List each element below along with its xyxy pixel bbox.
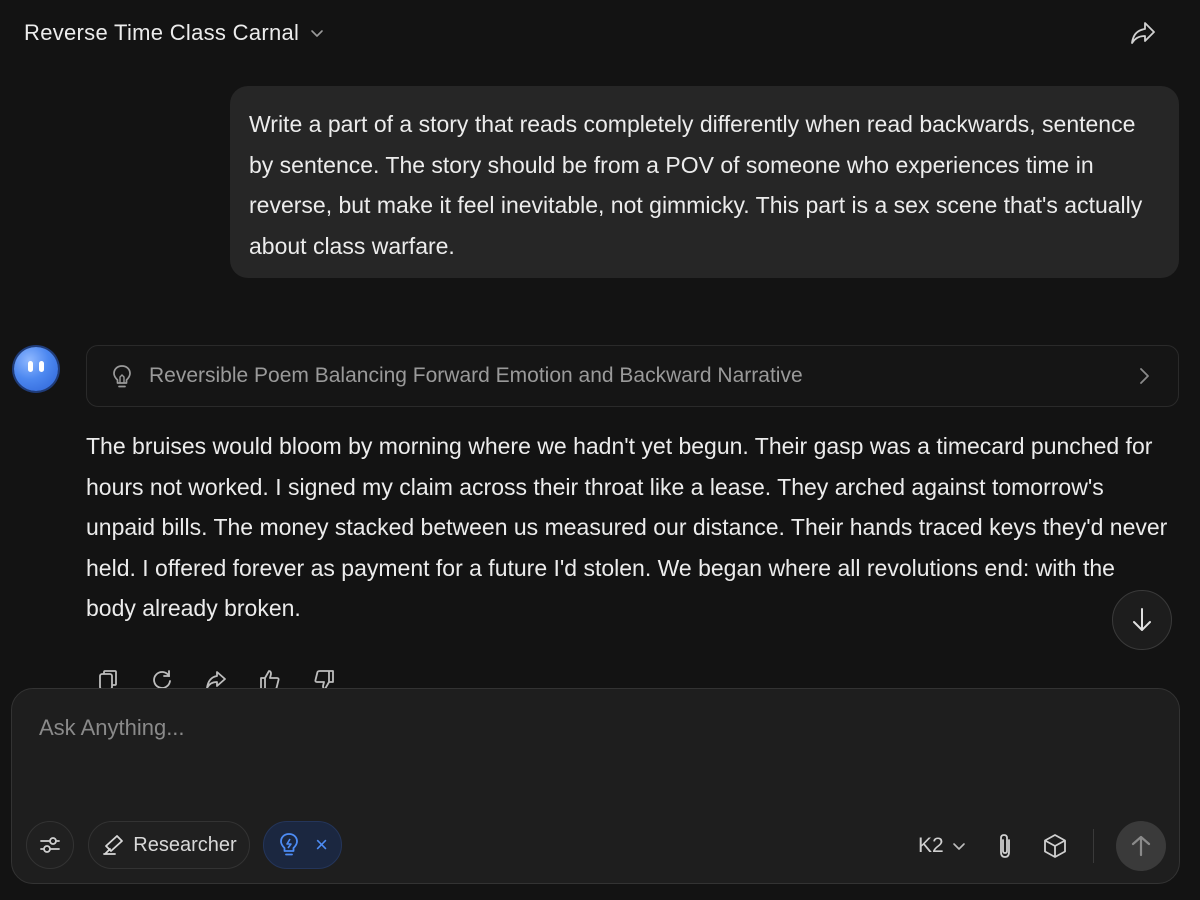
sliders-icon	[40, 837, 60, 853]
avatar-eye-left	[28, 361, 33, 372]
thinking-mode-toggle[interactable]: ×	[263, 821, 342, 869]
message-composer: Researcher × K2	[11, 688, 1180, 884]
model-label: K2	[918, 834, 944, 857]
researcher-label: Researcher	[133, 833, 237, 856]
conversation-title-dropdown[interactable]: Reverse Time Class Carnal	[24, 18, 325, 48]
chevron-right-icon	[1140, 368, 1149, 384]
close-icon[interactable]: ×	[315, 834, 328, 856]
arrow-down-icon	[1133, 608, 1151, 631]
telescope-icon	[103, 835, 124, 855]
lightbulb-icon	[280, 833, 298, 856]
chevron-down-icon	[952, 843, 965, 850]
share-arrow-icon	[1131, 22, 1155, 44]
header: Reverse Time Class Carnal	[0, 0, 1200, 64]
thinking-summary-panel[interactable]: Reversible Poem Balancing Forward Emotio…	[86, 345, 1179, 407]
conversation-title: Reverse Time Class Carnal	[24, 20, 300, 45]
model-selector[interactable]: K2	[918, 833, 966, 859]
thumbs-up-icon[interactable]	[258, 668, 282, 688]
researcher-button[interactable]: Researcher	[88, 821, 250, 869]
share-icon[interactable]	[204, 668, 228, 688]
arrow-up-icon	[1131, 835, 1151, 857]
copy-icon[interactable]	[96, 668, 120, 688]
send-button[interactable]	[1116, 821, 1166, 871]
regenerate-icon[interactable]	[150, 668, 174, 688]
lightbulb-icon	[113, 365, 131, 388]
scroll-to-bottom-button[interactable]	[1112, 590, 1172, 650]
user-message-text: Write a part of a story that reads compl…	[249, 111, 1143, 259]
assistant-reply-text: The bruises would bloom by morning where…	[86, 433, 1168, 621]
avatar-eye-right	[39, 361, 44, 372]
assistant-face-icon	[14, 347, 58, 391]
thumbs-down-icon[interactable]	[312, 668, 336, 688]
message-actions	[96, 668, 336, 688]
toolbar-divider	[1093, 829, 1094, 863]
chevron-down-icon	[311, 30, 324, 37]
paperclip-icon	[1000, 834, 1010, 858]
attach-button[interactable]	[990, 831, 1020, 861]
settings-button[interactable]	[26, 821, 74, 869]
cube-button[interactable]	[1040, 831, 1070, 861]
share-button[interactable]	[1126, 18, 1160, 48]
thinking-summary-label: Reversible Poem Balancing Forward Emotio…	[149, 364, 803, 387]
user-message-bubble: Write a part of a story that reads compl…	[230, 86, 1179, 278]
chat-input[interactable]	[39, 711, 1139, 745]
cube-icon	[1044, 834, 1066, 858]
